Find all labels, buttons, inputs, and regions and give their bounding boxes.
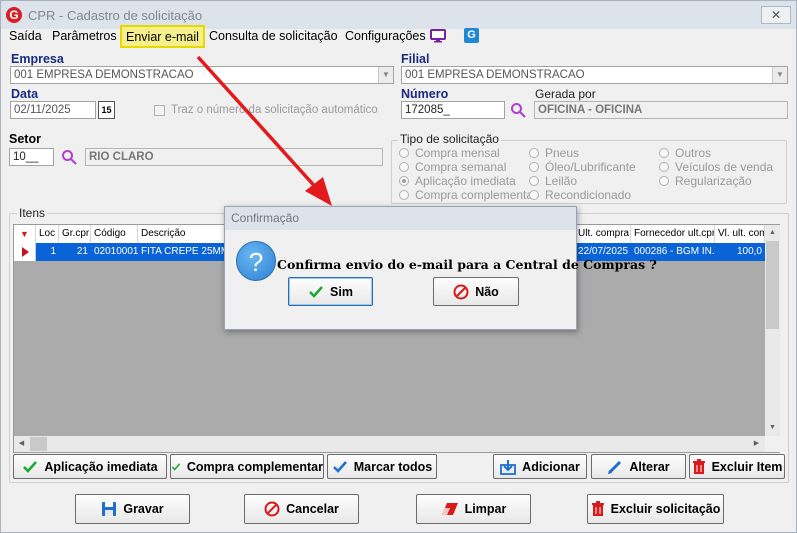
annotation-arrow-icon [196,55,332,206]
main-window: G CPR - Cadastro de solicitação ✕ Saída … [0,0,797,533]
